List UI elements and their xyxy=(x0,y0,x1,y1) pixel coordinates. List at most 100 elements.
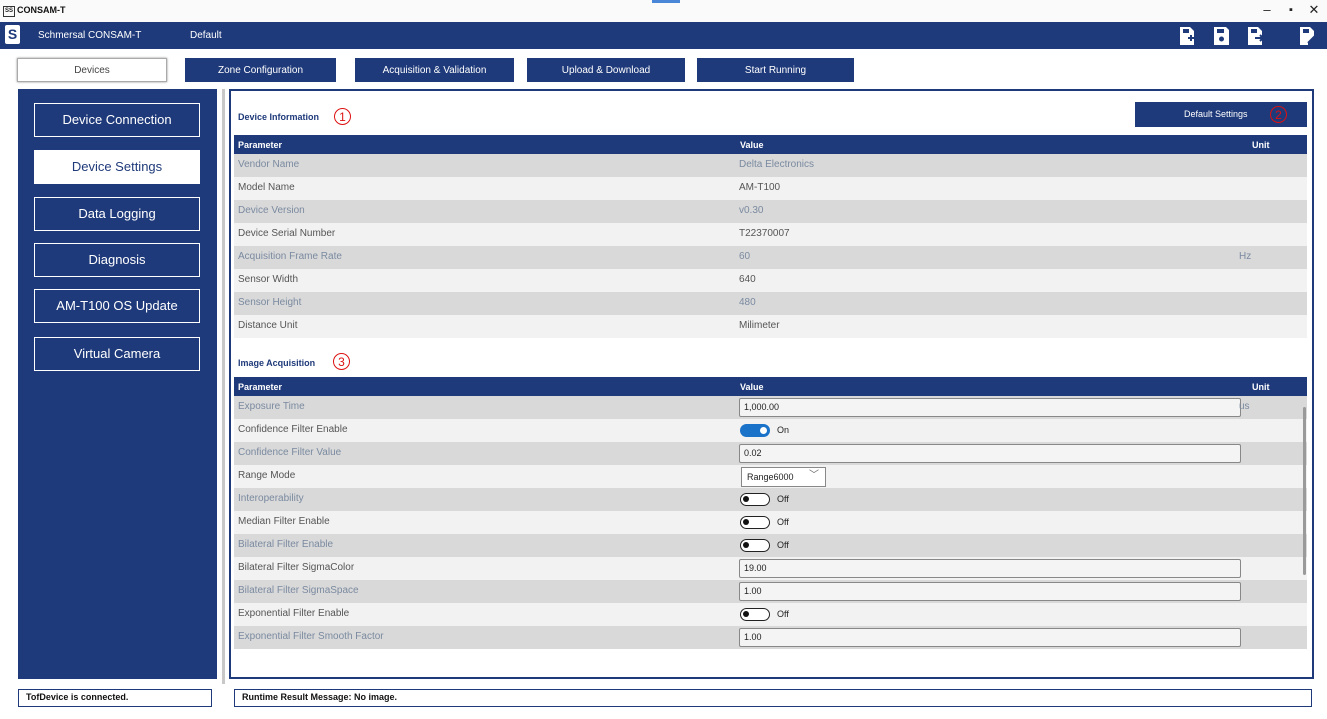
sidebar-item-device-connection[interactable]: Device Connection xyxy=(34,103,200,137)
table-row: Median Filter Enable Off xyxy=(234,511,1307,534)
chevron-down-icon: ﹀ xyxy=(809,470,819,481)
sidebar-item-virtual-camera[interactable]: Virtual Camera xyxy=(34,337,200,371)
param-value: T22370007 xyxy=(739,228,790,239)
callout-marker: 3 xyxy=(333,353,350,370)
window-title: CONSAM-T xyxy=(17,5,66,15)
range-mode-select[interactable]: Range6000 ﹀ xyxy=(741,467,826,487)
export-icon[interactable] xyxy=(1297,26,1317,46)
table-row: Bilateral Filter SigmaColor 19.00 xyxy=(234,557,1307,580)
runtime-message: Runtime Result Message: No image. xyxy=(234,689,1312,707)
param-name: Vendor Name xyxy=(238,159,300,170)
import-icon[interactable] xyxy=(1245,26,1265,46)
param-name: Interoperability xyxy=(238,493,304,504)
exponential-filter-toggle[interactable] xyxy=(740,608,770,621)
device-info-table-header: Parameter Value Unit xyxy=(234,135,1307,154)
param-name: Range Mode xyxy=(238,470,296,481)
table-row: Bilateral Filter SigmaSpace 1.00 xyxy=(234,580,1307,603)
toggle-state-label: Off xyxy=(777,540,789,550)
param-name: Model Name xyxy=(238,182,295,193)
param-value: Milimeter xyxy=(739,320,780,331)
device-info-title: Device Information xyxy=(238,112,320,122)
tab-upload-download[interactable]: Upload & Download xyxy=(527,58,685,82)
callout-marker: 2 xyxy=(1270,106,1287,123)
table-row: Model Name AM-T100 xyxy=(234,177,1307,200)
param-name: Exponential Filter Smooth Factor xyxy=(238,631,384,642)
table-row: Exposure Time 1,000.00 us xyxy=(234,396,1307,419)
window-title-bar: SS CONSAM-T – ▪ ✕ xyxy=(0,0,1327,22)
smooth-factor-input[interactable]: 1.00 xyxy=(739,628,1241,647)
image-acq-table-header: Parameter Value Unit xyxy=(234,377,1307,396)
param-value: Delta Electronics xyxy=(739,159,815,170)
window-drag-indicator xyxy=(652,0,680,3)
sigma-space-input[interactable]: 1.00 xyxy=(739,582,1241,601)
save-icon[interactable] xyxy=(1211,26,1231,46)
table-row: Sensor Width 640 xyxy=(234,269,1307,292)
exposure-time-input[interactable]: 1,000.00 xyxy=(739,398,1241,417)
toggle-state-label: On xyxy=(777,425,790,435)
new-file-icon[interactable] xyxy=(1177,26,1197,46)
table-row: Exponential Filter Enable Off xyxy=(234,603,1307,626)
table-row: Sensor Height 480 xyxy=(234,292,1307,315)
tab-acquisition-validation[interactable]: Acquisition & Validation xyxy=(355,58,514,82)
image-acquisition-title: Image Acquisition xyxy=(238,358,316,368)
panel-splitter[interactable] xyxy=(222,89,225,684)
connection-status: TofDevice is connected. xyxy=(18,689,212,707)
sidebar-item-data-logging[interactable]: Data Logging xyxy=(34,197,200,231)
sigma-color-input[interactable]: 19.00 xyxy=(739,559,1241,578)
table-row: Distance Unit Milimeter xyxy=(234,315,1307,338)
tab-start-running[interactable]: Start Running xyxy=(697,58,854,82)
column-header-unit: Unit xyxy=(1252,140,1270,150)
param-name: Bilateral Filter SigmaSpace xyxy=(238,585,359,596)
sidebar-item-diagnosis[interactable]: Diagnosis xyxy=(34,243,200,277)
param-value: v0.30 xyxy=(739,205,764,216)
median-filter-toggle[interactable] xyxy=(740,516,770,529)
toggle-state-label: Off xyxy=(777,494,789,504)
param-value: 60 xyxy=(739,251,751,262)
param-name: Sensor Height xyxy=(238,297,302,308)
sidebar: Device Connection Device Settings Data L… xyxy=(18,89,217,679)
param-name: Confidence Filter Value xyxy=(238,447,342,458)
profile-name: Default xyxy=(190,30,222,41)
close-icon[interactable]: ✕ xyxy=(1303,2,1325,18)
default-settings-button[interactable]: Default Settings 2 xyxy=(1135,102,1307,127)
param-value: 640 xyxy=(739,274,756,285)
param-name: Confidence Filter Enable xyxy=(238,424,348,435)
param-name: Median Filter Enable xyxy=(238,516,330,527)
app-header: S Schmersal CONSAM-T Default xyxy=(0,22,1327,49)
param-name: Exponential Filter Enable xyxy=(238,608,350,619)
column-header-value: Value xyxy=(740,382,764,392)
param-name: Distance Unit xyxy=(238,320,298,331)
confidence-filter-toggle[interactable] xyxy=(740,424,770,437)
table-row: Device Version v0.30 xyxy=(234,200,1307,223)
param-name: Exposure Time xyxy=(238,401,305,412)
param-value: AM-T100 xyxy=(739,182,781,193)
table-row: Exponential Filter Smooth Factor 1.00 xyxy=(234,626,1307,649)
default-settings-label: Default Settings xyxy=(1184,109,1248,119)
param-unit: Hz xyxy=(1239,251,1252,262)
sidebar-item-os-update[interactable]: AM-T100 OS Update xyxy=(34,289,200,323)
param-unit: us xyxy=(1239,401,1250,412)
range-mode-value: Range6000 xyxy=(747,472,794,482)
table-row: Device Serial Number T22370007 xyxy=(234,223,1307,246)
tab-zone-configuration[interactable]: Zone Configuration xyxy=(185,58,336,82)
minimize-icon[interactable]: – xyxy=(1256,2,1278,18)
toggle-state-label: Off xyxy=(777,609,789,619)
param-name: Bilateral Filter SigmaColor xyxy=(238,562,355,573)
table-row: Interoperability Off xyxy=(234,488,1307,511)
tab-devices[interactable]: Devices xyxy=(17,58,167,82)
param-value: 480 xyxy=(739,297,756,308)
table-scrollbar[interactable] xyxy=(1303,407,1306,575)
toggle-state-label: Off xyxy=(777,517,789,527)
confidence-filter-value-input[interactable]: 0.02 xyxy=(739,444,1241,463)
sidebar-item-device-settings[interactable]: Device Settings xyxy=(34,150,200,184)
schmersal-logo: S xyxy=(5,25,20,44)
restore-icon[interactable]: ▪ xyxy=(1280,2,1302,18)
interoperability-toggle[interactable] xyxy=(740,493,770,506)
column-header-parameter: Parameter xyxy=(238,140,283,150)
app-name: Schmersal CONSAM-T xyxy=(38,30,142,41)
table-row: Bilateral Filter Enable Off xyxy=(234,534,1307,557)
param-name: Device Version xyxy=(238,205,305,216)
table-row: Vendor Name Delta Electronics xyxy=(234,154,1307,177)
callout-marker: 1 xyxy=(334,108,351,125)
bilateral-filter-toggle[interactable] xyxy=(740,539,770,552)
